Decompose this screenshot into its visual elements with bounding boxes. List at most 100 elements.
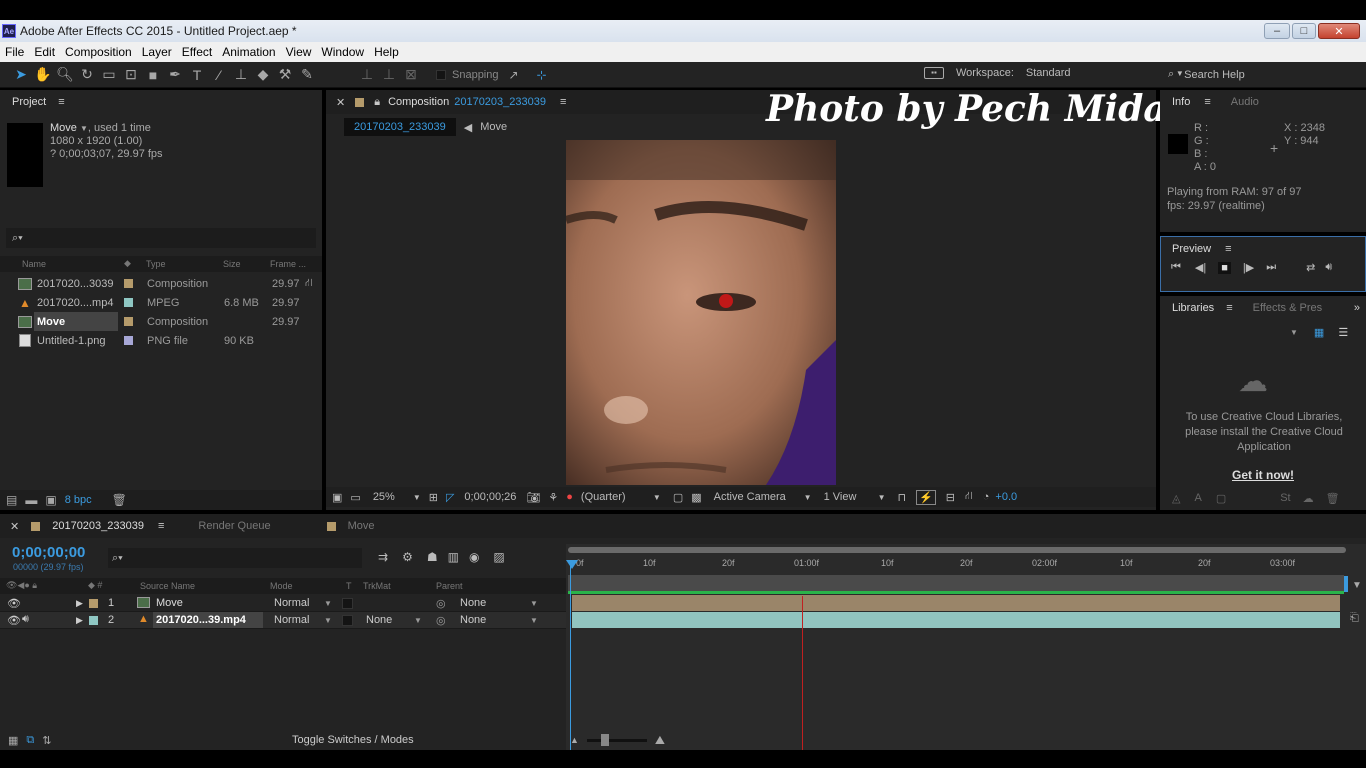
safe-zones-icon[interactable]: ⊞ xyxy=(429,491,438,504)
col-type[interactable]: Type xyxy=(146,259,166,269)
visibility-icon[interactable]: 👁︎ xyxy=(7,597,21,610)
project-panel-title[interactable]: Project xyxy=(12,96,46,108)
panel-menu-icon[interactable]: ≡ xyxy=(58,96,64,108)
camera-select[interactable]: Active Camera xyxy=(714,491,804,503)
snapping-checkbox[interactable] xyxy=(436,69,446,80)
project-search[interactable]: ⌕▾ xyxy=(6,228,316,248)
label-swatch[interactable] xyxy=(89,616,98,625)
timeline-icon[interactable]: ⊟ xyxy=(946,491,955,504)
item-dropdown-icon[interactable]: ▼ xyxy=(80,124,88,133)
axis-local-icon[interactable]: ⊥ xyxy=(356,66,378,83)
label-icon[interactable]: ◆ # xyxy=(88,580,102,591)
reset-exposure-icon[interactable]: ◔ xyxy=(983,491,990,503)
mode-dropdown-icon[interactable]: ▼ xyxy=(324,616,332,625)
rectangle-tool-icon[interactable]: ■ xyxy=(142,67,164,83)
layer-bar[interactable] xyxy=(572,612,1340,628)
timeline-tab-comp[interactable]: 20170203_233039 xyxy=(52,520,144,532)
flowchart-icon[interactable]: ⛙ xyxy=(305,277,313,291)
mute-audio-icon[interactable]: 🔊︎ xyxy=(1325,261,1332,274)
av-features-icon[interactable]: 👁︎◀● 🔒︎ xyxy=(6,580,37,591)
new-composition-icon[interactable]: ▣ xyxy=(45,493,56,507)
type-tool-icon[interactable]: T xyxy=(186,67,208,83)
pen-tool-icon[interactable]: ✒ xyxy=(164,66,186,83)
label-swatch[interactable] xyxy=(89,599,98,608)
previous-frame-icon[interactable]: ◀| xyxy=(1195,261,1206,274)
table-row[interactable]: 👁︎ ▶ 1 Move Normal ▼ ◎ None ▼ xyxy=(0,595,566,612)
close-button[interactable]: ✕ xyxy=(1318,23,1360,39)
maximize-button[interactable]: □ xyxy=(1292,23,1316,39)
axis-view-icon[interactable]: ⊠ xyxy=(400,66,422,83)
label-icon[interactable]: ◆ xyxy=(124,258,131,269)
transparency-grid-icon[interactable]: ▩ xyxy=(691,491,701,504)
layer-switches-icon[interactable]: ▦ xyxy=(8,734,18,747)
next-frame-icon[interactable]: |▶ xyxy=(1243,261,1254,274)
roto-brush-tool-icon[interactable]: ⚒ xyxy=(274,66,296,83)
comp-tab-label[interactable]: Composition xyxy=(388,96,449,108)
rotate-tool-icon[interactable]: ↻ xyxy=(76,66,98,83)
view-layout-select[interactable]: 1 View xyxy=(824,491,878,503)
eraser-tool-icon[interactable]: ◆ xyxy=(252,66,274,83)
monitor-icon[interactable]: ▭ xyxy=(350,491,360,504)
snap-icon[interactable]: ↗ xyxy=(503,68,525,82)
current-time[interactable]: 0;00;00;26 xyxy=(464,491,516,503)
sync-icon[interactable]: ☁ xyxy=(1303,492,1314,505)
trash-icon[interactable]: 🗑︎ xyxy=(112,493,127,507)
timeline-graph[interactable]: 0f 10f 20f 01:00f 10f 20f 02:00f 10f 20f… xyxy=(566,544,1366,750)
parent-select[interactable]: None xyxy=(460,614,486,626)
text-style-icon[interactable]: A xyxy=(1194,492,1201,504)
list-item[interactable]: Move Composition 29.97 xyxy=(0,312,302,331)
pick-whip-icon[interactable]: ◎ xyxy=(436,597,446,610)
add-graphic-icon[interactable]: ▢ xyxy=(1216,492,1226,505)
motion-blur-icon[interactable]: ◉ xyxy=(469,550,479,564)
mask-visibility-icon[interactable]: ◸ xyxy=(446,491,454,504)
layer-name[interactable]: Move xyxy=(156,597,183,609)
expand-icon[interactable]: ▶ xyxy=(76,598,83,609)
search-help-input[interactable]: Search Help xyxy=(1184,69,1245,81)
col-t[interactable]: T xyxy=(346,581,352,591)
time-ruler[interactable]: 0f 10f 20f 01:00f 10f 20f 02:00f 10f 20f… xyxy=(566,554,1356,572)
panel-menu-icon[interactable]: ≡ xyxy=(1204,96,1210,108)
comp-tab-name[interactable]: 20170203_233039 xyxy=(454,96,546,108)
new-folder-icon[interactable]: ▬ xyxy=(25,493,37,507)
trkmat-dropdown-icon[interactable]: ▼ xyxy=(414,616,422,625)
camera-dropdown-icon[interactable]: ▼ xyxy=(804,493,812,502)
menu-effect[interactable]: Effect xyxy=(177,45,217,59)
flowchart-icon[interactable]: ⛙ xyxy=(965,490,973,504)
library-dropdown-icon[interactable]: ▼ xyxy=(1290,328,1298,337)
selection-tool-icon[interactable]: ➤ xyxy=(10,66,32,83)
menu-view[interactable]: View xyxy=(281,45,317,59)
snapshot-icon[interactable]: 📷︎ xyxy=(526,491,540,504)
label-swatch[interactable] xyxy=(124,317,133,326)
transfer-controls-icon[interactable]: ⧉ xyxy=(26,734,34,747)
zoom-dropdown-icon[interactable]: ▼ xyxy=(413,493,421,502)
timeline-timecode[interactable]: 0;00;00;00 xyxy=(12,544,85,561)
playhead[interactable] xyxy=(570,562,571,750)
list-view-icon[interactable]: ☰ xyxy=(1338,326,1348,339)
menu-file[interactable]: File xyxy=(0,45,29,59)
always-preview-icon[interactable]: ▣ xyxy=(332,491,342,504)
shy-layers-icon[interactable]: ☗ xyxy=(427,550,438,564)
mode-select[interactable]: Normal xyxy=(274,614,309,626)
brush-tool-icon[interactable]: ⁄ xyxy=(208,67,230,83)
resolution-select[interactable]: (Quarter) xyxy=(581,491,653,503)
region-of-interest-icon[interactable]: ▢ xyxy=(673,491,683,504)
lock-icon[interactable]: 🔒︎ xyxy=(374,96,380,109)
panel-menu-icon[interactable]: ≡ xyxy=(1225,243,1231,255)
col-parent[interactable]: Parent xyxy=(436,581,463,591)
show-snapshot-icon[interactable]: ⚘ xyxy=(548,491,558,504)
stock-icon[interactable]: St xyxy=(1280,492,1290,504)
panel-menu-icon[interactable]: ≡ xyxy=(560,96,566,108)
libraries-tab[interactable]: Libraries xyxy=(1172,302,1214,314)
menu-window[interactable]: Window xyxy=(316,45,369,59)
last-frame-icon[interactable]: ⏭ xyxy=(1266,261,1276,274)
effects-presets-tab[interactable]: Effects & Pres xyxy=(1253,302,1323,314)
menu-animation[interactable]: Animation xyxy=(217,45,280,59)
col-name[interactable]: Name xyxy=(22,259,46,269)
mode-select[interactable]: Normal xyxy=(274,597,309,609)
zoom-out-icon[interactable]: ▲ xyxy=(570,735,579,745)
table-row[interactable]: 👁︎ 🔊︎ ▶ 2 ▲ 2017020...39.mp4 Normal ▼ No… xyxy=(0,612,566,629)
exposure-value[interactable]: +0.0 xyxy=(995,491,1017,503)
trash-icon[interactable]: 🗑︎ xyxy=(1326,492,1340,505)
menu-layer[interactable]: Layer xyxy=(137,45,177,59)
visibility-icon[interactable]: 👁︎ xyxy=(7,614,21,627)
